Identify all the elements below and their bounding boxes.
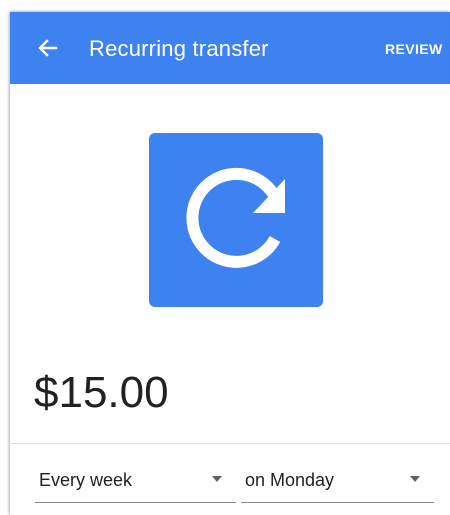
divider bbox=[10, 443, 450, 444]
recurring-transfer-screen: Recurring transfer REVIEW $15.00 Every w… bbox=[10, 12, 450, 515]
review-button[interactable]: REVIEW bbox=[385, 40, 443, 58]
page-title: Recurring transfer bbox=[89, 36, 269, 61]
frequency-value: Every week bbox=[39, 470, 133, 490]
recurring-refresh-icon bbox=[186, 167, 285, 268]
dropdown-arrow-icon bbox=[212, 476, 222, 482]
arrow-back-icon bbox=[38, 39, 58, 57]
day-value: on Monday bbox=[245, 470, 335, 490]
dropdown-arrow-icon bbox=[410, 476, 420, 482]
back-button[interactable] bbox=[34, 34, 62, 62]
day-dropdown[interactable]: on Monday bbox=[241, 458, 434, 503]
transfer-amount[interactable]: $15.00 bbox=[34, 366, 169, 420]
frequency-dropdown[interactable]: Every week bbox=[35, 458, 236, 503]
recurring-icon-tile bbox=[149, 133, 323, 307]
app-bar: Recurring transfer REVIEW bbox=[10, 12, 450, 84]
